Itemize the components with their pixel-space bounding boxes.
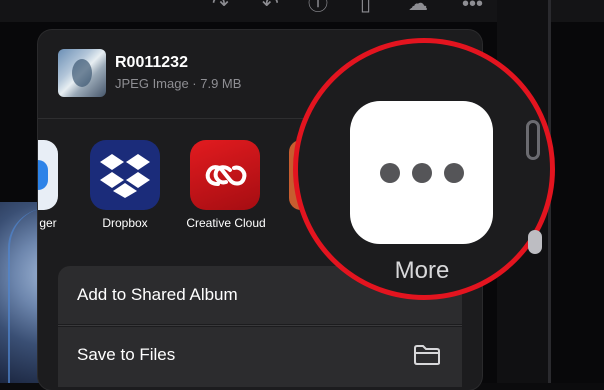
add-to-shared-album-label: Add to Shared Album <box>77 285 238 304</box>
cloud-sync-icon[interactable]: ☁ <box>408 0 428 14</box>
help-icon[interactable]: ⓘ <box>308 0 328 14</box>
redo-icon[interactable]: ↷ <box>212 0 229 14</box>
ellipsis-menu-icon[interactable]: ••• <box>462 0 483 14</box>
ellipsis-dot-icon <box>443 162 464 183</box>
save-to-files-label: Save to Files <box>77 345 176 364</box>
creative-cloud-icon <box>205 165 247 186</box>
file-thumbnail <box>58 49 106 97</box>
side-panel-handle[interactable] <box>528 230 542 254</box>
folder-icon <box>414 345 440 365</box>
dropbox-label: Dropbox <box>102 216 148 230</box>
share-icon[interactable]: ▯ <box>360 0 371 14</box>
dropbox-app-button[interactable] <box>90 140 160 210</box>
creative-cloud-app-button[interactable] <box>190 140 260 210</box>
side-panel-control[interactable] <box>526 120 540 160</box>
ellipsis-dot-icon <box>379 162 400 183</box>
menu-separator <box>58 325 462 326</box>
file-meta: JPEG Image · 7.9 MB <box>115 76 242 91</box>
file-name: R0011232 <box>115 54 188 71</box>
more-button[interactable] <box>350 101 493 244</box>
creative-cloud-label: Creative Cloud <box>186 216 266 230</box>
more-label: More <box>394 257 450 284</box>
undo-icon[interactable]: ↶ <box>262 0 279 14</box>
ellipsis-dot-icon <box>411 162 432 183</box>
save-to-files-row[interactable]: Save to Files <box>58 327 462 387</box>
app-label-partial: ger <box>39 216 57 230</box>
dropbox-icon <box>100 154 150 198</box>
